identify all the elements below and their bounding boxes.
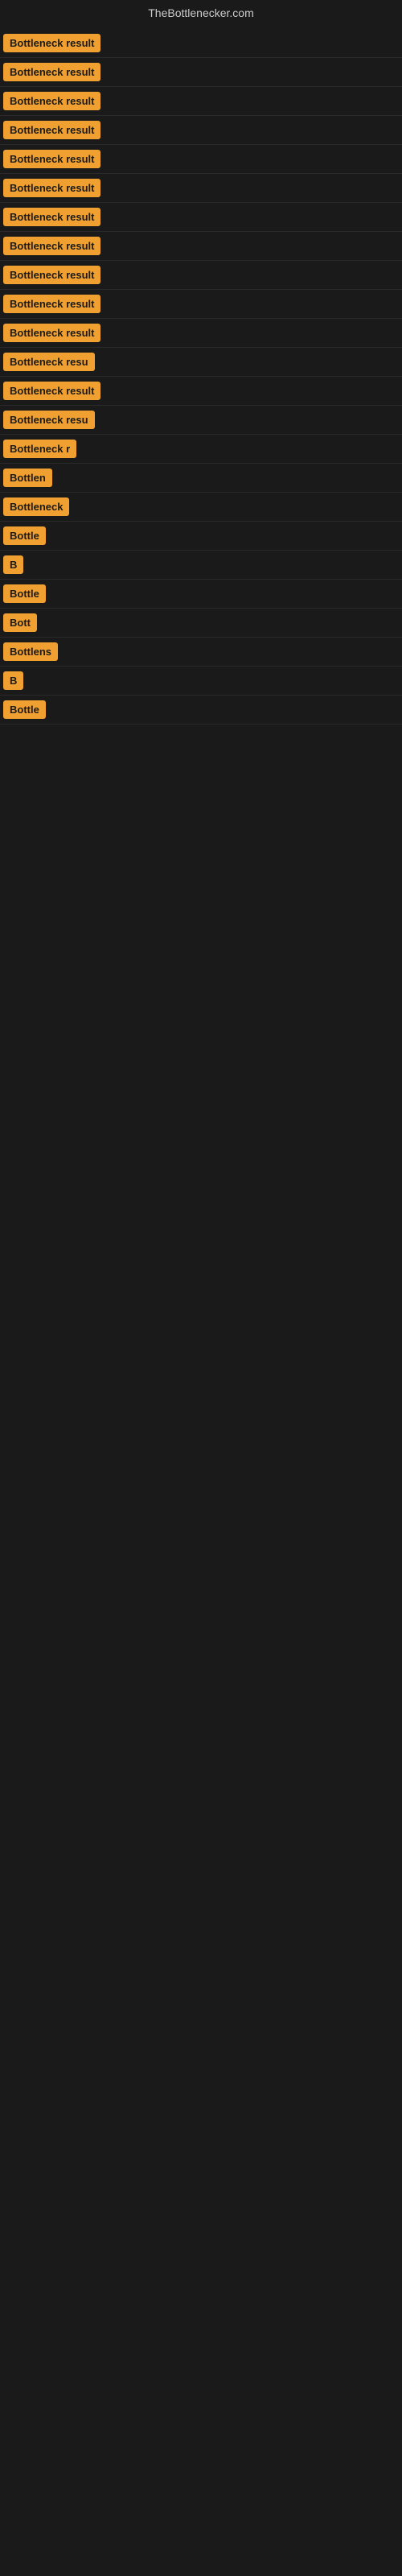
bottleneck-badge: Bottleneck result bbox=[3, 382, 100, 400]
list-item[interactable]: B bbox=[0, 667, 402, 696]
bottleneck-badge: Bottleneck result bbox=[3, 179, 100, 197]
site-title: TheBottlenecker.com bbox=[0, 0, 402, 29]
list-item[interactable]: Bottleneck result bbox=[0, 319, 402, 348]
bottleneck-badge: Bottleneck result bbox=[3, 295, 100, 313]
bottleneck-badge: B bbox=[3, 555, 23, 574]
list-item[interactable]: Bottleneck resu bbox=[0, 406, 402, 435]
list-item[interactable]: Bottleneck result bbox=[0, 290, 402, 319]
list-item[interactable]: Bottleneck result bbox=[0, 203, 402, 232]
list-item[interactable]: Bottleneck result bbox=[0, 58, 402, 87]
bottleneck-badge: Bott bbox=[3, 613, 37, 632]
list-item[interactable]: Bottleneck result bbox=[0, 116, 402, 145]
bottleneck-badge: Bottle bbox=[3, 700, 46, 719]
list-item[interactable]: Bottle bbox=[0, 522, 402, 551]
list-item[interactable]: Bottleneck r bbox=[0, 435, 402, 464]
bottleneck-badge: B bbox=[3, 671, 23, 690]
list-item[interactable]: Bottleneck result bbox=[0, 377, 402, 406]
list-item[interactable]: Bottleneck result bbox=[0, 261, 402, 290]
list-item[interactable]: Bottleneck bbox=[0, 493, 402, 522]
bottleneck-badge: Bottleneck result bbox=[3, 266, 100, 284]
list-item[interactable]: Bottle bbox=[0, 696, 402, 724]
list-item[interactable]: Bottlens bbox=[0, 638, 402, 667]
bottleneck-badge: Bottleneck result bbox=[3, 208, 100, 226]
bottleneck-badge: Bottleneck r bbox=[3, 440, 76, 458]
bottleneck-badge: Bottleneck result bbox=[3, 324, 100, 342]
bottleneck-badge: Bottle bbox=[3, 526, 46, 545]
bottleneck-badge: Bottleneck resu bbox=[3, 411, 95, 429]
bottleneck-badge: Bottleneck result bbox=[3, 63, 100, 81]
list-item[interactable]: Bott bbox=[0, 609, 402, 638]
bottleneck-badge: Bottleneck result bbox=[3, 237, 100, 255]
list-item[interactable]: Bottleneck result bbox=[0, 29, 402, 58]
bottleneck-badge: Bottleneck result bbox=[3, 121, 100, 139]
bottleneck-badge: Bottlen bbox=[3, 469, 52, 487]
list-item[interactable]: Bottleneck resu bbox=[0, 348, 402, 377]
bottleneck-badge: Bottleneck resu bbox=[3, 353, 95, 371]
list-item[interactable]: Bottleneck result bbox=[0, 87, 402, 116]
bottleneck-badge: Bottleneck bbox=[3, 497, 69, 516]
bottleneck-badge: Bottleneck result bbox=[3, 34, 100, 52]
bottleneck-list: Bottleneck result Bottleneck result Bottle… bbox=[0, 29, 402, 724]
list-item[interactable]: Bottleneck result bbox=[0, 174, 402, 203]
bottleneck-badge: Bottleneck result bbox=[3, 92, 100, 110]
list-item[interactable]: Bottlen bbox=[0, 464, 402, 493]
list-item[interactable]: Bottleneck result bbox=[0, 145, 402, 174]
bottleneck-badge: Bottle bbox=[3, 584, 46, 603]
list-item[interactable]: B bbox=[0, 551, 402, 580]
list-item[interactable]: Bottleneck result bbox=[0, 232, 402, 261]
bottleneck-badge: Bottleneck result bbox=[3, 150, 100, 168]
list-item[interactable]: Bottle bbox=[0, 580, 402, 609]
bottleneck-badge: Bottlens bbox=[3, 642, 58, 661]
site-header: TheBottlenecker.com bbox=[0, 0, 402, 29]
